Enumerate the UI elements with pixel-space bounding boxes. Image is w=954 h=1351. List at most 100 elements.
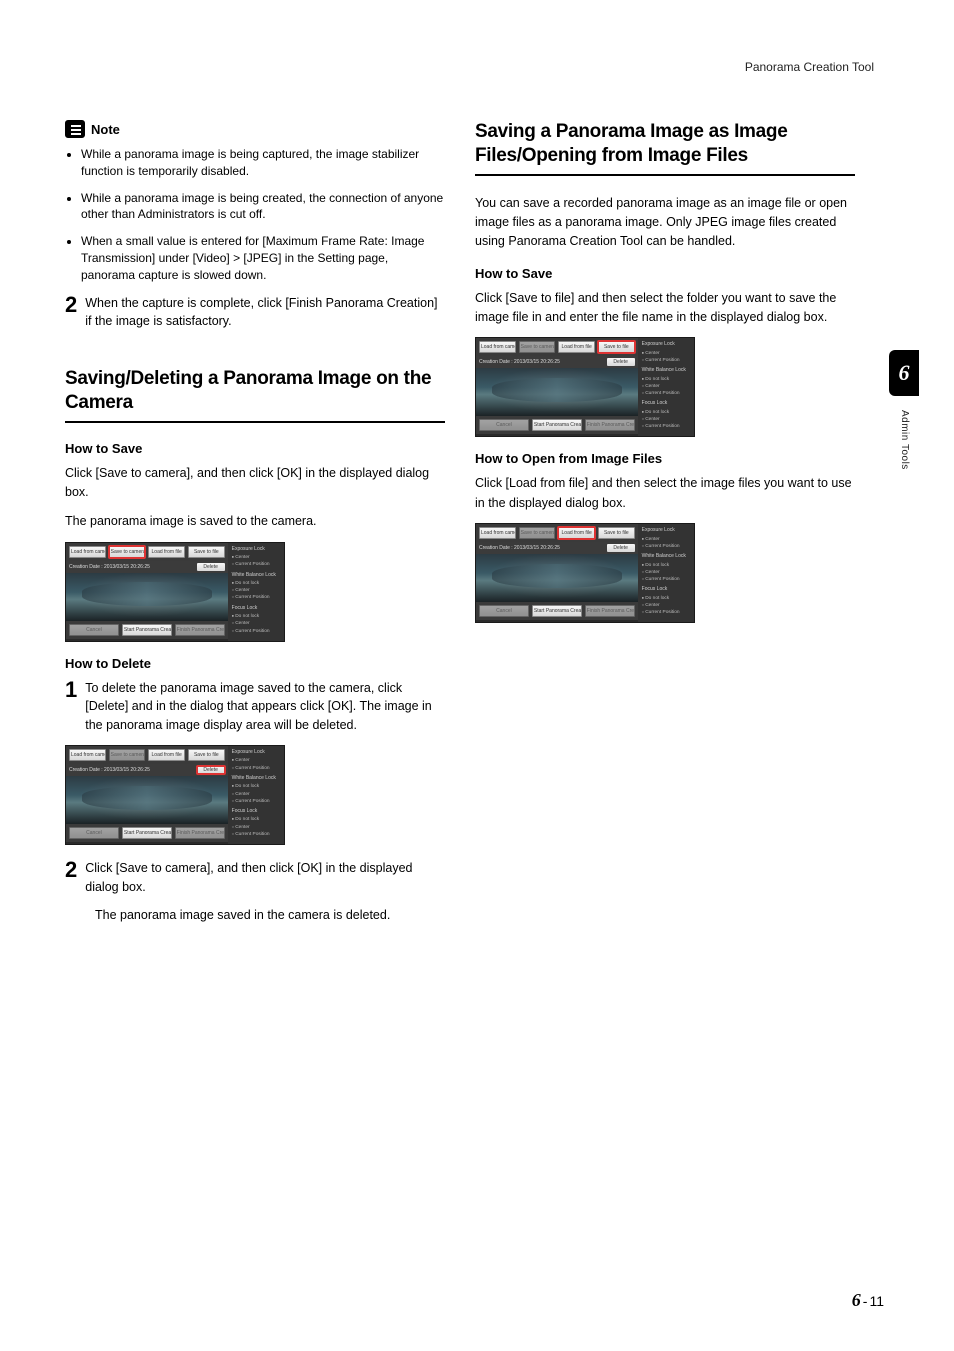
shot-btn-save-camera: Save to camera — [519, 527, 556, 539]
subhead-how-to-open: How to Open from Image Files — [475, 451, 855, 466]
step-text: When the capture is complete, click [Fin… — [85, 294, 445, 332]
shot-btn-save-file: Save to file — [598, 527, 635, 539]
shot-btn-finish: Finish Panorama Creation — [585, 605, 635, 617]
note-label: Note — [91, 122, 120, 137]
shot-btn-load-file: Load from file — [148, 749, 185, 761]
shot-btn-start: Start Panorama Creation — [532, 419, 582, 431]
shot-side-panel: Exposure Lock Center Current Position Wh… — [638, 524, 694, 622]
shot-side-panel: Exposure Lock Center Current Position Wh… — [228, 746, 284, 844]
shot-opt: Do not lock — [642, 409, 690, 416]
footer-chapter: 6 — [852, 1290, 861, 1310]
shot-btn-load-camera: Load from camera — [479, 341, 516, 353]
shot-side-panel: Exposure Lock Center Current Position Wh… — [228, 543, 284, 641]
shot-group-wb: White Balance Lock — [232, 572, 280, 580]
note-heading: Note — [65, 120, 445, 138]
shot-btn-load-camera: Load from camera — [479, 527, 516, 539]
shot-creation-date: Creation Date : 2013/03/15 20:26:25 — [69, 564, 150, 570]
shot-opt: Do not lock — [642, 562, 690, 569]
section-save-open-files: Saving a Panorama Image as Image Files/O… — [475, 120, 855, 176]
shot-group-focus: Focus Lock — [232, 808, 280, 816]
shot-opt: Center — [232, 757, 280, 764]
step-text: To delete the panorama image saved to th… — [85, 679, 445, 735]
shot-btn-save-camera: Save to camera — [109, 546, 146, 558]
shot-opt: Center — [232, 554, 280, 561]
shot-btn-start: Start Panorama Creation — [122, 827, 172, 839]
shot-btn-save-camera: Save to camera — [109, 749, 146, 761]
subhead-how-to-save: How to Save — [65, 441, 445, 456]
step-number: 1 — [65, 679, 77, 735]
shot-opt: Center — [232, 824, 280, 831]
shot-panorama-preview — [476, 554, 638, 602]
shot-opt: Center — [642, 350, 690, 357]
shot-opt: Current Position — [232, 594, 280, 601]
step-number: 2 — [65, 859, 77, 897]
shot-btn-save-camera: Save to camera — [519, 341, 556, 353]
shot-side-panel: Exposure Lock Center Current Position Wh… — [638, 338, 694, 436]
paragraph: The panorama image is saved to the camer… — [65, 512, 445, 531]
shot-panorama-preview — [66, 776, 228, 824]
shot-group-exposure: Exposure Lock — [232, 546, 280, 554]
shot-opt: Current Position — [642, 357, 690, 364]
shot-group-exposure: Exposure Lock — [642, 527, 690, 535]
shot-group-wb: White Balance Lock — [642, 367, 690, 375]
shot-opt: Do not lock — [642, 376, 690, 383]
chapter-tab: 6 — [889, 350, 919, 396]
shot-btn-finish: Finish Panorama Creation — [175, 624, 225, 636]
shot-btn-start: Start Panorama Creation — [532, 605, 582, 617]
shot-btn-load-camera: Load from camera — [69, 749, 106, 761]
shot-opt: Center — [642, 536, 690, 543]
screenshot-save-to-file: Load from camera Save to camera Load fro… — [475, 337, 695, 437]
paragraph: Click [Save to file] and then select the… — [475, 289, 855, 328]
shot-opt: Current Position — [642, 390, 690, 397]
shot-opt: Center — [232, 620, 280, 627]
note-item: While a panorama image is being created,… — [81, 190, 445, 224]
shot-btn-cancel: Cancel — [479, 419, 529, 431]
shot-opt: Center — [642, 602, 690, 609]
shot-group-focus: Focus Lock — [642, 586, 690, 594]
step-number: 2 — [65, 294, 77, 332]
shot-opt: Center — [642, 416, 690, 423]
section-save-delete-camera: Saving/Deleting a Panorama Image on the … — [65, 367, 445, 423]
shot-opt: Center — [232, 587, 280, 594]
shot-group-wb: White Balance Lock — [642, 553, 690, 561]
shot-creation-date: Creation Date : 2013/03/15 20:26:25 — [69, 767, 150, 773]
shot-panorama-preview — [476, 368, 638, 416]
shot-opt: Current Position — [232, 628, 280, 635]
screenshot-delete: Load from camera Save to camera Load fro… — [65, 745, 285, 845]
shot-btn-load-camera: Load from camera — [69, 546, 106, 558]
shot-btn-load-file: Load from file — [558, 527, 595, 539]
page-number: 6-11 — [852, 1290, 884, 1311]
shot-btn-load-file: Load from file — [148, 546, 185, 558]
shot-opt: Do not lock — [232, 816, 280, 823]
shot-opt: Do not lock — [232, 783, 280, 790]
shot-panorama-preview — [66, 573, 228, 621]
note-list: While a panorama image is being captured… — [65, 146, 445, 284]
left-column: Note While a panorama image is being cap… — [65, 60, 445, 935]
shot-btn-start: Start Panorama Creation — [122, 624, 172, 636]
shot-btn-finish: Finish Panorama Creation — [175, 827, 225, 839]
shot-btn-finish: Finish Panorama Creation — [585, 419, 635, 431]
footer-page: 11 — [869, 1293, 884, 1309]
shot-btn-save-file: Save to file — [188, 546, 225, 558]
note-icon — [65, 120, 85, 138]
subhead-how-to-save-file: How to Save — [475, 266, 855, 281]
shot-group-exposure: Exposure Lock — [232, 749, 280, 757]
step-1-delete: 1 To delete the panorama image saved to … — [65, 679, 445, 735]
shot-opt: Center — [642, 569, 690, 576]
shot-btn-delete: Delete — [197, 766, 225, 774]
paragraph: Click [Save to camera], and then click [… — [65, 464, 445, 503]
shot-btn-delete: Delete — [607, 544, 635, 552]
shot-creation-date: Creation Date : 2013/03/15 20:26:25 — [479, 359, 560, 365]
shot-btn-delete: Delete — [607, 358, 635, 366]
shot-opt: Do not lock — [232, 580, 280, 587]
screenshot-save-to-camera: Load from camera Save to camera Load fro… — [65, 542, 285, 642]
shot-opt: Current Position — [642, 543, 690, 550]
shot-group-focus: Focus Lock — [642, 400, 690, 408]
paragraph: Click [Load from file] and then select t… — [475, 474, 855, 513]
shot-btn-save-file: Save to file — [598, 341, 635, 353]
shot-btn-cancel: Cancel — [479, 605, 529, 617]
step-text: Click [Save to camera], and then click [… — [85, 859, 445, 897]
step-subtext: The panorama image saved in the camera i… — [95, 906, 445, 925]
shot-opt: Center — [232, 791, 280, 798]
right-column: Saving a Panorama Image as Image Files/O… — [475, 60, 855, 935]
